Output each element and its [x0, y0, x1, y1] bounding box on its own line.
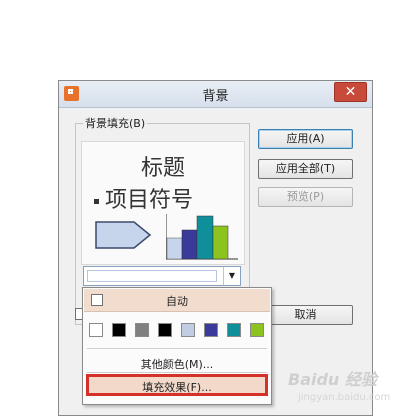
fill-effects-item[interactable]: 填充效果(F)...: [86, 374, 268, 396]
preview-button[interactable]: 预览(P): [258, 187, 353, 207]
apply-button[interactable]: 应用(A): [258, 129, 353, 149]
auto-color-option[interactable]: 自动: [84, 289, 270, 312]
dialog-title: 背景: [202, 89, 229, 104]
color-swatch[interactable]: [250, 323, 264, 337]
fill-color-select[interactable]: ▼: [83, 266, 241, 286]
title-bar[interactable]: 背景 ✕: [59, 81, 372, 108]
selected-color-swatch: [87, 270, 217, 282]
group-label: 背景填充(B): [83, 115, 148, 131]
bar-chart-icon: [166, 214, 238, 260]
chevron-down-icon[interactable]: ▼: [223, 267, 240, 285]
watermark-url: jingyan.baidu.com: [298, 392, 391, 403]
watermark-logo: Baidu 经验: [288, 370, 377, 389]
color-swatch[interactable]: [89, 323, 103, 337]
auto-label: 自动: [166, 295, 188, 308]
color-swatch[interactable]: [112, 323, 126, 337]
bullet-icon: [94, 198, 99, 204]
cancel-button[interactable]: 取消: [258, 305, 353, 325]
divider: [87, 372, 267, 373]
close-button[interactable]: ✕: [334, 82, 367, 102]
color-swatch[interactable]: [135, 323, 149, 337]
color-swatch[interactable]: [204, 323, 218, 337]
apply-all-button[interactable]: 应用全部(T): [258, 159, 353, 179]
preview-title: 标题: [140, 156, 185, 181]
color-swatch[interactable]: [181, 323, 195, 337]
color-swatch[interactable]: [158, 323, 172, 337]
divider: [87, 348, 267, 349]
arrow-shape-icon: [95, 221, 152, 249]
preview-bullet: 项目符号: [94, 182, 193, 214]
more-colors-item[interactable]: 其他颜色(M)...: [83, 356, 271, 372]
color-dropdown: 自动 其他颜色(M)... 填充效果(F)...: [82, 287, 272, 405]
preview-bullet-text: 项目符号: [105, 188, 194, 213]
preview-area: 标题 项目符号: [81, 141, 245, 265]
color-swatch[interactable]: [227, 323, 241, 337]
